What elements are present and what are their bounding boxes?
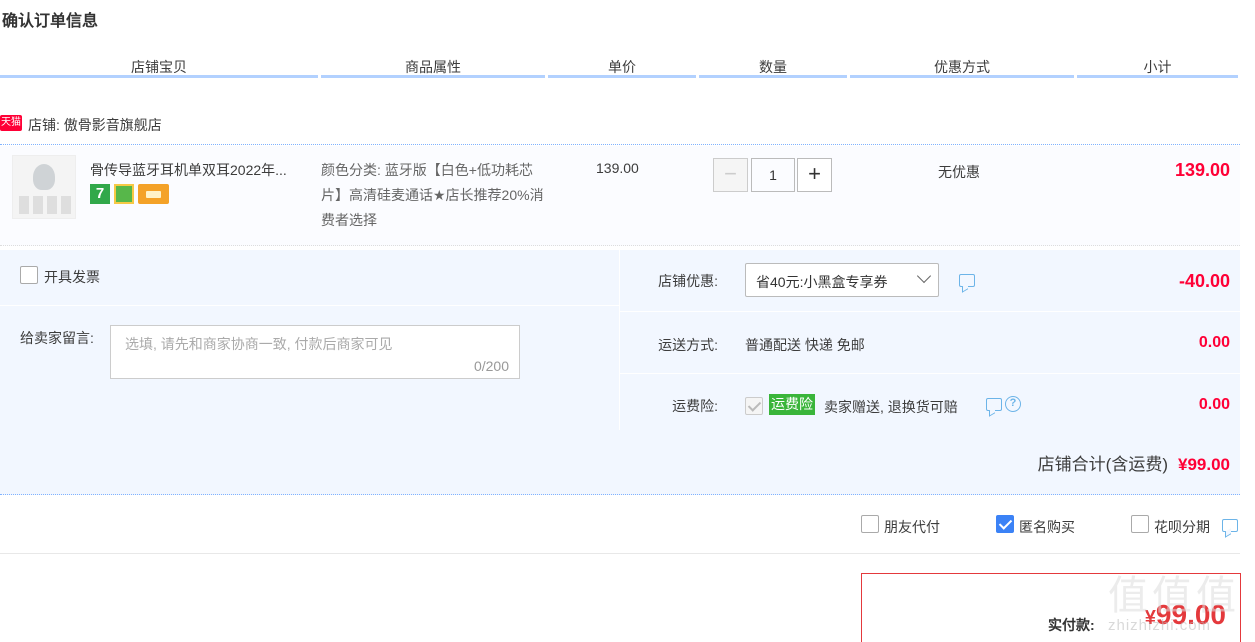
product-sku: 颜色分类: 蓝牙版【白色+低功耗芯片】高清硅麦通话★店长推荐20%消费者选择 — [321, 162, 544, 228]
shipping-label: 运送方式: — [658, 337, 718, 353]
shop-coupon-amount: -40.00 — [1178, 271, 1230, 291]
shipping-row: 运送方式: 普通配送 快递 免邮 0.00 — [620, 312, 1240, 374]
product-title-link[interactable]: 骨传导蓝牙耳机单双耳2022年... — [90, 160, 310, 180]
comment-icon[interactable] — [959, 274, 975, 287]
seller-memo-textarea[interactable]: 选填, 请先和商家协商一致, 付款后商家可见 0/200 — [110, 325, 520, 379]
insurance-label: 运费险: — [672, 398, 718, 414]
item-subtotal: 139.00 — [1174, 160, 1230, 180]
insurance-text: 卖家赠送, 退换货可赔 — [824, 399, 958, 415]
col-header-price: 单价 — [548, 56, 696, 78]
invoice-label[interactable]: 开具发票 — [44, 267, 100, 287]
quantity-input[interactable]: 1 — [751, 158, 795, 192]
insurance-checkbox — [745, 397, 763, 415]
earphone-image-icon — [33, 164, 55, 190]
quantity-decrease-button[interactable]: − — [713, 158, 748, 192]
unit-price: 139.00 — [596, 160, 639, 176]
payment-label: 实付款: — [1048, 617, 1095, 633]
insurance-tag: 运费险 — [769, 394, 815, 415]
quantity-increase-button[interactable]: + — [797, 158, 832, 192]
comment-icon[interactable] — [1222, 519, 1238, 532]
huabei-installment-checkbox[interactable] — [1131, 515, 1149, 533]
shop-line: 天猫 店铺: 傲骨影音旗舰店 — [0, 113, 1240, 145]
shipping-amount: 0.00 — [1198, 334, 1230, 351]
order-extras-panel: 开具发票 给卖家留言: 选填, 请先和商家协商一致, 付款后商家可见 0/200… — [0, 250, 1240, 495]
col-header-subtotal: 小计 — [1077, 56, 1238, 78]
memo-placeholder: 选填, 请先和商家协商一致, 付款后商家可见 — [125, 336, 393, 352]
order-item-row: 骨传导蓝牙耳机单双耳2022年... 7 颜色分类: 蓝牙版【白色+低功耗芯片】… — [0, 146, 1240, 246]
invoice-checkbox[interactable] — [20, 266, 38, 284]
shop-total-value: ¥99.00 — [1178, 455, 1230, 474]
insurance-row: 运费险: 运费险 卖家赠送, 退换货可赔 ? 0.00 — [620, 374, 1240, 430]
memo-label: 给卖家留言: — [20, 330, 94, 346]
column-header: 店铺宝贝 商品属性 单价 数量 优惠方式 小计 — [0, 56, 1240, 82]
payment-options: 朋友代付 匿名购买 花呗分期 — [0, 498, 1240, 554]
friend-pay-label[interactable]: 朋友代付 — [884, 517, 940, 537]
tmall-icon: 天猫 — [0, 115, 22, 131]
chevron-down-icon — [916, 268, 932, 284]
shop-total: 店铺合计(含运费) ¥99.00 — [1038, 450, 1230, 475]
seven-day-return-icon[interactable]: 7 — [90, 184, 110, 204]
anonymous-purchase-label[interactable]: 匿名购买 — [1019, 517, 1075, 537]
col-header-qty: 数量 — [699, 56, 847, 78]
product-thumbnail[interactable] — [12, 155, 76, 219]
shop-total-label: 店铺合计(含运费) — [1037, 455, 1168, 474]
quality-guarantee-icon[interactable] — [114, 184, 134, 204]
col-header-discount: 优惠方式 — [850, 56, 1074, 78]
col-header-attrs: 商品属性 — [321, 56, 545, 78]
watermark-logo: 值 值 值 zhizhizhi.com — [1108, 573, 1236, 634]
credit-card-icon[interactable] — [138, 184, 169, 204]
memo-char-count: 0/200 — [473, 358, 509, 374]
shop-coupon-select[interactable]: 省40元:小黑盒专享券 — [745, 263, 939, 297]
insurance-amount: 0.00 — [1198, 396, 1230, 413]
col-header-item: 店铺宝贝 — [0, 56, 318, 78]
comment-icon[interactable] — [986, 398, 1002, 411]
shop-coupon-row: 店铺优惠: 省40元:小黑盒专享券 -40.00 — [620, 250, 1240, 312]
shop-name-link[interactable]: 店铺: 傲骨影音旗舰店 — [28, 115, 162, 135]
page-title: 确认订单信息 — [2, 13, 99, 30]
huabei-installment-label[interactable]: 花呗分期 — [1154, 517, 1210, 537]
friend-pay-checkbox[interactable] — [861, 515, 879, 533]
help-icon[interactable]: ? — [1005, 396, 1021, 412]
discount-method: 无优惠 — [938, 164, 980, 180]
shipping-method: 普通配送 快递 免邮 — [745, 337, 865, 353]
shop-coupon-label: 店铺优惠: — [658, 273, 718, 289]
anonymous-purchase-checkbox[interactable] — [996, 515, 1014, 533]
